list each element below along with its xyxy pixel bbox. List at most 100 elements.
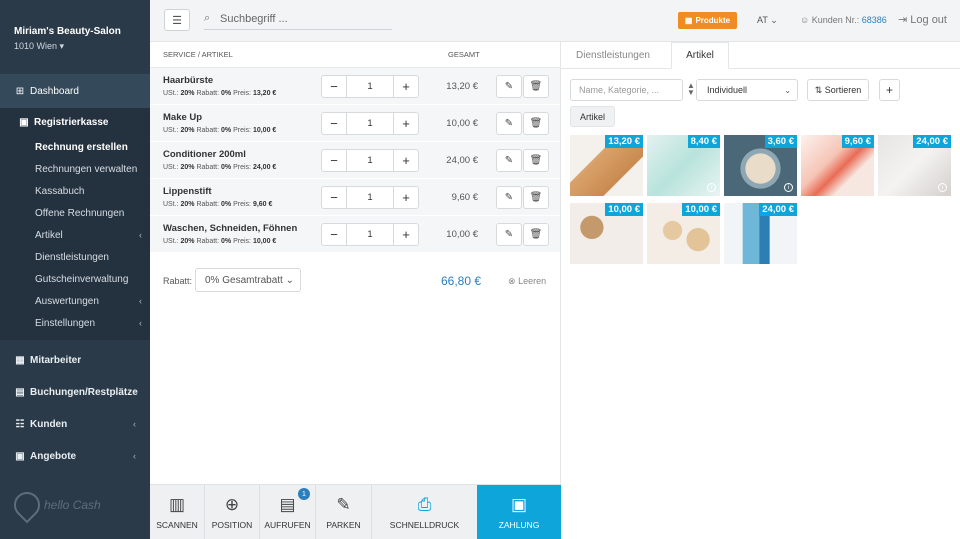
quantity-input[interactable]: 1: [346, 150, 394, 171]
preis-label: Preis:: [233, 164, 251, 171]
edit-button[interactable]: ✎: [496, 112, 522, 135]
sidebar-subitem[interactable]: Auswertungen ‹: [0, 290, 150, 312]
products-button[interactable]: ▦ Produkte: [678, 12, 737, 29]
increment-button[interactable]: +: [394, 224, 418, 245]
discount-select[interactable]: 0% Gesamtrabatt ⌄: [195, 268, 301, 292]
sidebar-subitem-label: Kassabuch: [35, 185, 85, 197]
category-chip[interactable]: Artikel: [570, 106, 616, 127]
decrement-button[interactable]: −: [322, 113, 346, 134]
info-icon[interactable]: i: [784, 183, 793, 192]
sidebar-item[interactable]: ▤ Buchungen/Restplätze ‹: [0, 376, 150, 408]
product-tile[interactable]: 3,60 € i: [724, 135, 797, 196]
sidebar-item-label: Angebote: [30, 450, 77, 462]
product-tile[interactable]: 24,00 € i: [878, 135, 951, 196]
salon-brand[interactable]: Miriam's Beauty-Salon 1010 Wien ▾: [0, 0, 150, 74]
search-input[interactable]: ⌕ Suchbegriff ...: [204, 8, 392, 30]
delete-button[interactable]: 🗑: [523, 223, 549, 246]
edit-button[interactable]: ✎: [496, 149, 522, 172]
item-meta: USt.: 20% Rabatt: 0% Preis: 24,00 €: [163, 164, 276, 171]
increment-button[interactable]: +: [394, 76, 418, 97]
sidebar-subitem[interactable]: Einstellungen ‹: [0, 312, 150, 334]
quick-print-button[interactable]: ⎙ SCHNELLDRUCK: [372, 485, 477, 539]
sidebar-subitem[interactable]: Gutscheinverwaltung: [0, 268, 150, 290]
position-label: POSITION: [211, 520, 253, 530]
sort-arrows-icon[interactable]: ▲ ▼: [687, 82, 695, 97]
top-bar: ☰ ⌕ Suchbegriff ... ▦ Produkte AT ⌄ ☺ Ku…: [150, 0, 960, 42]
edit-button[interactable]: ✎: [496, 223, 522, 246]
sort-mode-select[interactable]: Individuell ⌄: [696, 79, 798, 101]
tab-articles[interactable]: Artikel: [671, 42, 729, 69]
scan-button[interactable]: ▥ SCANNEN: [150, 485, 205, 539]
catalog-panel: Dienstleistungen Artikel Name, Kategorie…: [561, 42, 960, 539]
preis-label: Preis:: [233, 238, 251, 245]
plus-icon: +: [885, 83, 893, 97]
rabatt-label: Rabatt:: [196, 201, 220, 208]
sidebar-item-dashboard[interactable]: ⊞ Dashboard: [0, 74, 150, 108]
park-button[interactable]: ✎ PARKEN: [316, 485, 372, 539]
sidebar-item[interactable]: ▦ Mitarbeiter: [0, 344, 150, 376]
logout-button[interactable]: ⇥ Log out: [898, 13, 947, 26]
products-label: Produkte: [695, 16, 731, 25]
recall-button[interactable]: ▤ AUFRUFEN 1: [260, 485, 316, 539]
product-tile[interactable]: 24,00 €: [724, 203, 797, 264]
info-icon[interactable]: i: [938, 183, 947, 192]
rabatt-label: Rabatt:: [196, 90, 220, 97]
sort-button[interactable]: ⇅ Sortieren: [807, 79, 869, 101]
quantity-input[interactable]: 1: [346, 113, 394, 134]
product-tile[interactable]: 8,40 € i: [647, 135, 720, 196]
sidebar-item-register[interactable]: ▣ Registrierkasse: [0, 108, 150, 136]
grand-total: 66,80 €: [441, 274, 482, 288]
language-select[interactable]: AT ⌄: [757, 15, 778, 26]
chevron-down-icon: ⌄: [784, 85, 791, 95]
sidebar-subitem[interactable]: Artikel ‹: [0, 224, 150, 246]
payment-button[interactable]: ▣ ZAHLUNG: [477, 485, 561, 539]
delete-button[interactable]: 🗑: [523, 186, 549, 209]
pencil-icon: ✎: [504, 155, 514, 166]
sidebar-subitem[interactable]: Rechnungen verwalten: [0, 158, 150, 180]
sidebar-subitem[interactable]: Rechnung erstellen: [0, 136, 150, 158]
quick-print-label: SCHNELLDRUCK: [389, 520, 460, 530]
info-icon[interactable]: i: [707, 183, 716, 192]
quantity-input[interactable]: 1: [346, 224, 394, 245]
item-meta: USt.: 20% Rabatt: 0% Preis: 10,00 €: [163, 127, 276, 134]
add-filter-button[interactable]: +: [879, 79, 900, 101]
col-service: SERVICE / ARTIKEL: [163, 50, 233, 59]
sidebar-subitem[interactable]: Offene Rechnungen: [0, 202, 150, 224]
preis-label: Preis:: [233, 201, 251, 208]
increment-button[interactable]: +: [394, 150, 418, 171]
menu-toggle-button[interactable]: ☰: [164, 9, 190, 31]
quantity-stepper: −1 +: [321, 186, 419, 209]
sidebar-item[interactable]: ☷ Kunden ‹: [0, 408, 150, 440]
product-tile[interactable]: 10,00 €: [647, 203, 720, 264]
cart-header: SERVICE / ARTIKEL GESAMT: [150, 42, 560, 68]
quantity-input[interactable]: 1: [346, 76, 394, 97]
tab-services[interactable]: Dienstleistungen: [567, 42, 659, 69]
sidebar-item[interactable]: ▣ Angebote ‹: [0, 440, 150, 472]
catalog-filter-input[interactable]: Name, Kategorie, ...: [570, 79, 683, 101]
quantity-input[interactable]: 1: [346, 187, 394, 208]
edit-button[interactable]: ✎: [496, 186, 522, 209]
product-tile[interactable]: 9,60 €: [801, 135, 874, 196]
edit-button[interactable]: ✎: [496, 75, 522, 98]
increment-button[interactable]: +: [394, 187, 418, 208]
product-tile[interactable]: 10,00 €: [570, 203, 643, 264]
chevron-down-icon: ▾: [59, 41, 65, 51]
trash-icon: 🗑: [529, 81, 543, 92]
delete-button[interactable]: 🗑: [523, 149, 549, 172]
position-button[interactable]: ⊕ POSITION: [205, 485, 260, 539]
grid-icon: ⊞: [15, 85, 25, 97]
sidebar-subitem[interactable]: Kassabuch: [0, 180, 150, 202]
decrement-button[interactable]: −: [322, 224, 346, 245]
decrement-button[interactable]: −: [322, 76, 346, 97]
price-tag: 13,20 €: [605, 135, 643, 148]
preis-value: 10,00 €: [252, 238, 277, 245]
clear-cart-button[interactable]: ⊗ Leeren: [508, 276, 546, 287]
increment-button[interactable]: +: [394, 113, 418, 134]
product-tile[interactable]: 13,20 €: [570, 135, 643, 196]
delete-button[interactable]: 🗑: [523, 112, 549, 135]
decrement-button[interactable]: −: [322, 187, 346, 208]
delete-button[interactable]: 🗑: [523, 75, 549, 98]
ust-label: USt.:: [163, 90, 179, 97]
decrement-button[interactable]: −: [322, 150, 346, 171]
sidebar-subitem[interactable]: Dienstleistungen: [0, 246, 150, 268]
